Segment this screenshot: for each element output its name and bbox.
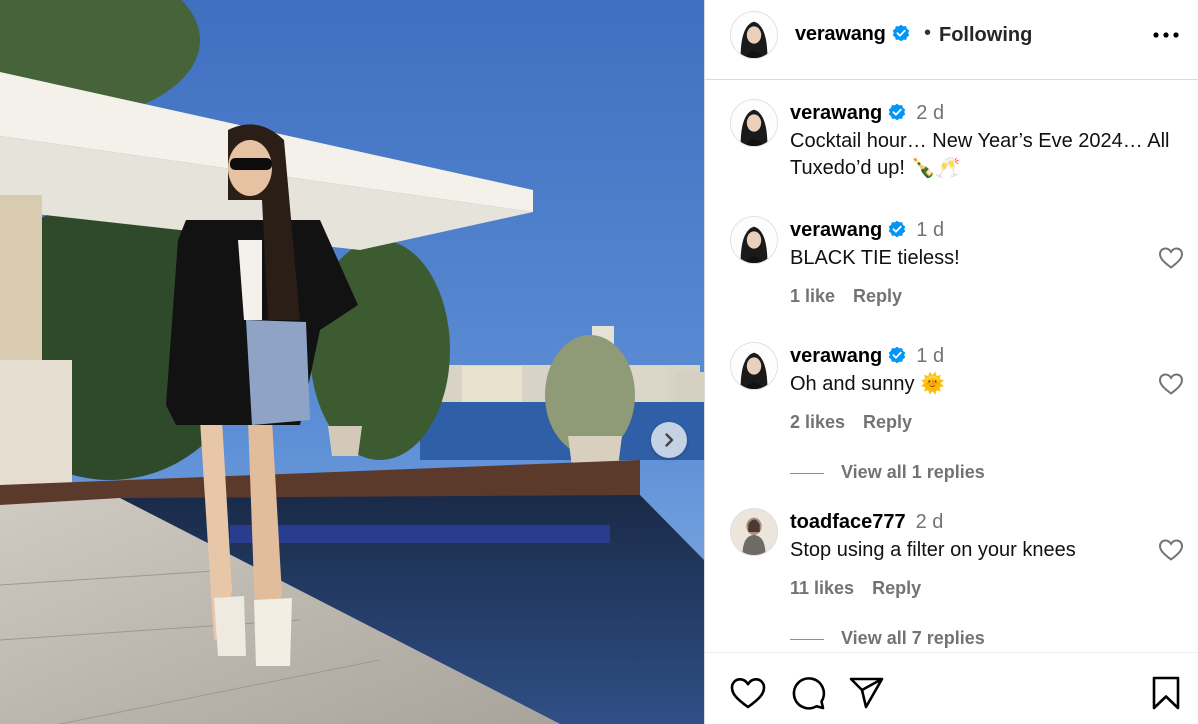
profile-photo-icon — [731, 509, 777, 555]
comment-text: Oh and sunny 🌞 — [790, 373, 945, 395]
heart-icon[interactable] — [1158, 246, 1184, 270]
replies-divider — [790, 638, 824, 640]
comments-list[interactable]: verawang 2 d Cocktail hour… New Year’s Ev… — [705, 81, 1198, 651]
profile-photo-icon — [731, 12, 777, 58]
post-image — [0, 0, 704, 724]
verified-badge-icon — [888, 103, 906, 121]
next-photo-button[interactable] — [651, 422, 687, 458]
heart-icon[interactable] — [729, 675, 767, 711]
replies-divider — [790, 472, 824, 474]
comment-meta: 11 likes Reply — [790, 578, 921, 599]
comment-time[interactable]: 2 d — [916, 102, 944, 124]
comment-text: Stop using a filter on your knees — [790, 539, 1076, 561]
caption-text: Cocktail hour… New Year’s Eve 2024… All … — [790, 130, 1170, 179]
comment-username[interactable]: toadface777 — [790, 511, 906, 533]
verified-badge-icon — [888, 220, 906, 238]
reply-button[interactable]: Reply — [872, 578, 921, 598]
post-photo[interactable] — [0, 0, 704, 724]
comment-username[interactable]: verawang — [790, 102, 882, 124]
profile-photo-icon — [731, 100, 777, 146]
paper-plane-icon[interactable] — [848, 675, 886, 711]
post-author-username[interactable]: verawang — [795, 23, 910, 46]
following-button[interactable]: Following — [939, 24, 1032, 47]
like-count[interactable]: 11 likes — [790, 578, 854, 598]
verified-badge-icon — [892, 24, 909, 42]
chevron-right-icon — [665, 433, 674, 447]
avatar[interactable] — [730, 99, 778, 147]
bookmark-icon[interactable] — [1147, 675, 1185, 711]
verified-badge-icon — [888, 346, 906, 364]
comment-text: BLACK TIE tieless! — [790, 247, 960, 269]
comment-header: verawang 2 d — [790, 102, 944, 125]
separator-dot: • — [924, 22, 932, 44]
profile-photo-icon — [731, 343, 777, 389]
username-text: verawang — [795, 23, 886, 45]
view-replies-button[interactable]: View all 1 replies — [790, 462, 985, 483]
comment-bubble-icon[interactable] — [789, 675, 827, 711]
post-actions-bar — [705, 652, 1198, 724]
more-options-icon[interactable] — [1151, 25, 1181, 45]
comment-username[interactable]: verawang — [790, 345, 882, 367]
comment-time[interactable]: 1 d — [916, 219, 944, 241]
reply-button[interactable]: Reply — [863, 412, 912, 432]
comment-meta: 1 like Reply — [790, 286, 902, 307]
comment-time[interactable]: 2 d — [916, 511, 944, 533]
comment-username[interactable]: verawang — [790, 219, 882, 241]
comment-header: verawang 1 d — [790, 345, 944, 368]
post-header: verawang • Following — [705, 0, 1198, 80]
view-replies-label: View all 1 replies — [841, 462, 985, 482]
comment-header: toadface777 2 d — [790, 511, 943, 534]
profile-photo-icon — [731, 217, 777, 263]
avatar[interactable] — [730, 508, 778, 556]
comment-meta: 2 likes Reply — [790, 412, 912, 433]
like-count[interactable]: 2 likes — [790, 412, 845, 432]
avatar[interactable] — [730, 216, 778, 264]
heart-icon[interactable] — [1158, 372, 1184, 396]
avatar[interactable] — [730, 342, 778, 390]
view-replies-label: View all 7 replies — [841, 628, 985, 648]
like-count[interactable]: 1 like — [790, 286, 835, 306]
post-side-panel: verawang • Following verawang 2 d Cocktai… — [704, 0, 1198, 724]
comment-header: verawang 1 d — [790, 219, 944, 242]
avatar[interactable] — [730, 11, 778, 59]
heart-icon[interactable] — [1158, 538, 1184, 562]
comment-time[interactable]: 1 d — [916, 345, 944, 367]
view-replies-button[interactable]: View all 7 replies — [790, 628, 985, 649]
reply-button[interactable]: Reply — [853, 286, 902, 306]
